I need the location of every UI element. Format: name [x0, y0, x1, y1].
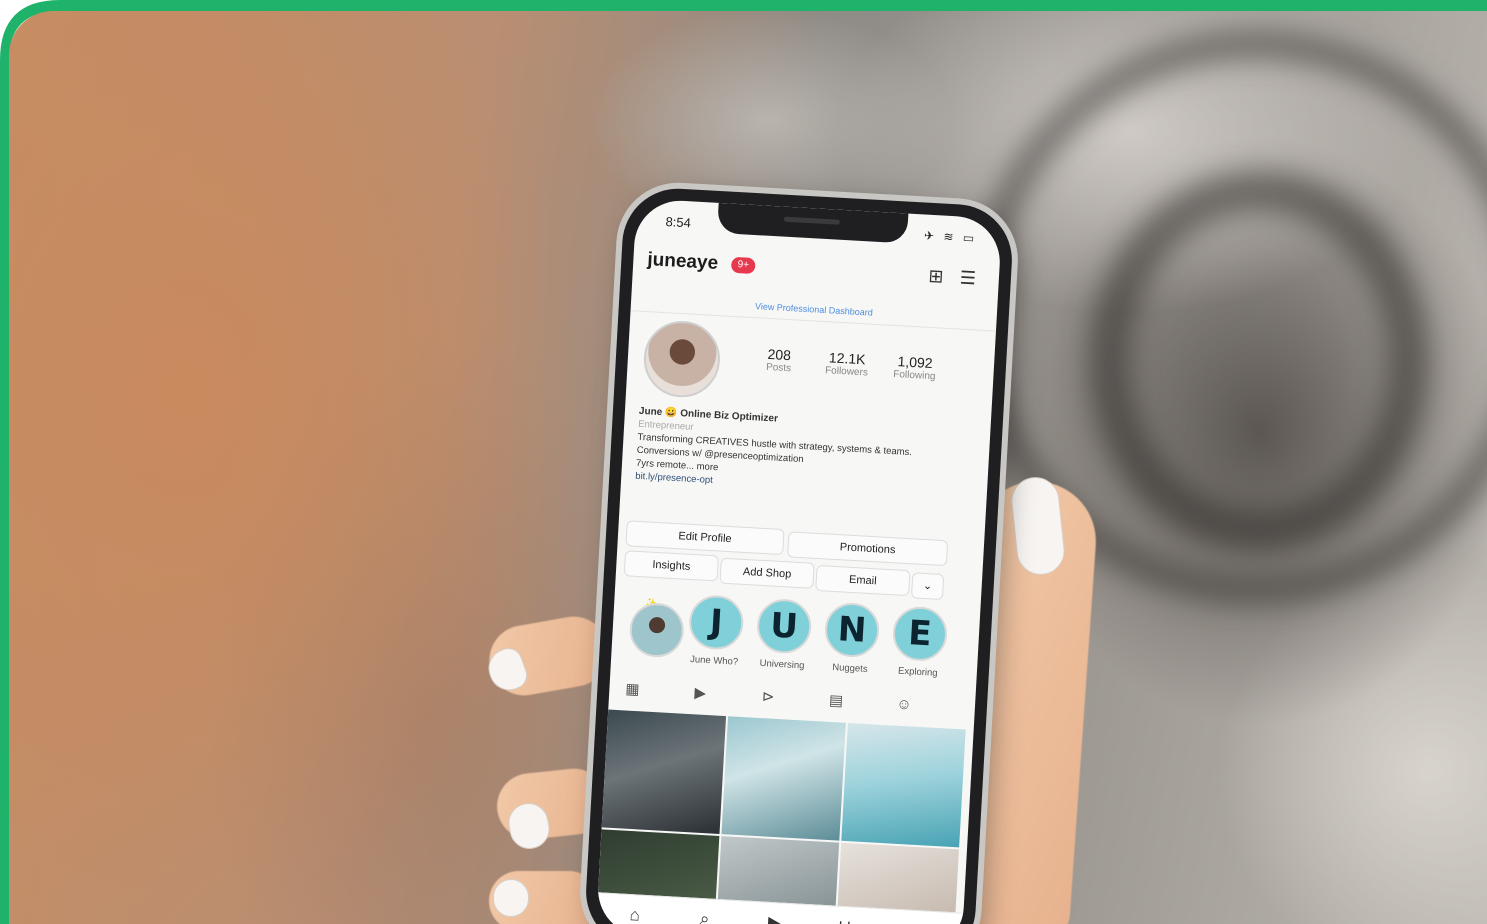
- edit-profile-button[interactable]: Edit Profile: [625, 520, 785, 556]
- smartphone: 8:54 ✈ ≋ ▭ juneaye 9+ ⊞ ☰ View Professio…: [583, 185, 1015, 924]
- highlight-item[interactable]: E Exploring: [889, 605, 951, 679]
- post-grid: [595, 709, 973, 924]
- new-post-icon[interactable]: ⊞: [924, 265, 947, 288]
- highlight-label: Exploring: [897, 665, 938, 679]
- fingernail: [493, 879, 529, 917]
- followers-stat[interactable]: 12.1K Followers: [813, 349, 880, 380]
- followers-label: Followers: [824, 365, 869, 379]
- highlight-item[interactable]: N Nuggets: [821, 601, 883, 675]
- highlight-label: June Who?: [689, 654, 739, 668]
- highlight-cover: U: [755, 597, 813, 655]
- reels-tab-icon[interactable]: ▶: [687, 682, 714, 705]
- blurred-hub: [1089, 171, 1429, 551]
- home-icon[interactable]: ⌂: [622, 903, 647, 924]
- status-time: 8:54: [665, 214, 692, 231]
- grid-tab-icon[interactable]: ▦: [619, 678, 646, 701]
- notch: [717, 202, 909, 244]
- phone-screen: 8:54 ✈ ≋ ▭ juneaye 9+ ⊞ ☰ View Professio…: [595, 198, 1003, 924]
- notification-badge: 9+: [730, 256, 756, 275]
- post-thumbnail[interactable]: [601, 709, 727, 834]
- posts-stat[interactable]: 208 Posts: [745, 345, 812, 376]
- highlight-cover: E: [891, 605, 949, 663]
- photo-frame: 8:54 ✈ ≋ ▭ juneaye 9+ ⊞ ☰ View Professio…: [0, 0, 1487, 924]
- search-icon[interactable]: ⌕: [692, 907, 717, 924]
- highlight-item[interactable]: J June Who?: [685, 593, 747, 668]
- posts-label: Posts: [765, 361, 792, 375]
- following-label: Following: [892, 368, 936, 383]
- profile-avatar[interactable]: [641, 319, 722, 400]
- username[interactable]: juneaye: [647, 249, 719, 275]
- reels-icon[interactable]: ▶: [762, 911, 787, 924]
- highlight-item[interactable]: U Universing: [753, 597, 815, 672]
- add-shop-button[interactable]: Add Shop: [719, 557, 815, 589]
- profile-icon[interactable]: ●: [902, 918, 927, 924]
- profile-stats: 208 Posts 12.1K Followers 1,092 Followin…: [745, 345, 947, 396]
- highlight-label: Nuggets: [831, 662, 868, 675]
- insights-button[interactable]: Insights: [623, 550, 720, 582]
- status-icons: ✈ ≋ ▭: [923, 228, 978, 246]
- highlight-label: Universing: [759, 657, 805, 672]
- shop-icon[interactable]: ⊔: [832, 914, 857, 924]
- profile-bio: June 😀 Online Biz Optimizer Entrepreneur…: [635, 405, 939, 500]
- profile-header: juneaye 9+ ⊞ ☰: [646, 247, 985, 296]
- speaker: [783, 216, 840, 225]
- video-tab-icon[interactable]: ⊳: [755, 686, 782, 709]
- menu-icon[interactable]: ☰: [956, 266, 979, 289]
- highlight-cover: N: [823, 601, 881, 659]
- story-highlights: ✨ J June Who? U Universing N Nuggets E E…: [618, 590, 972, 689]
- tagged-tab-icon[interactable]: ☺: [890, 693, 917, 716]
- highlight-cover: J: [687, 593, 745, 651]
- highlight-item[interactable]: ✨: [622, 590, 686, 659]
- post-thumbnail[interactable]: [721, 716, 846, 841]
- promotions-button[interactable]: Promotions: [787, 531, 949, 567]
- more-chevron-icon[interactable]: ⌄: [910, 572, 945, 601]
- guides-tab-icon[interactable]: ▤: [822, 690, 849, 713]
- post-thumbnail[interactable]: [841, 722, 966, 848]
- following-stat[interactable]: 1,092 Following: [881, 352, 948, 383]
- email-button[interactable]: Email: [815, 564, 911, 597]
